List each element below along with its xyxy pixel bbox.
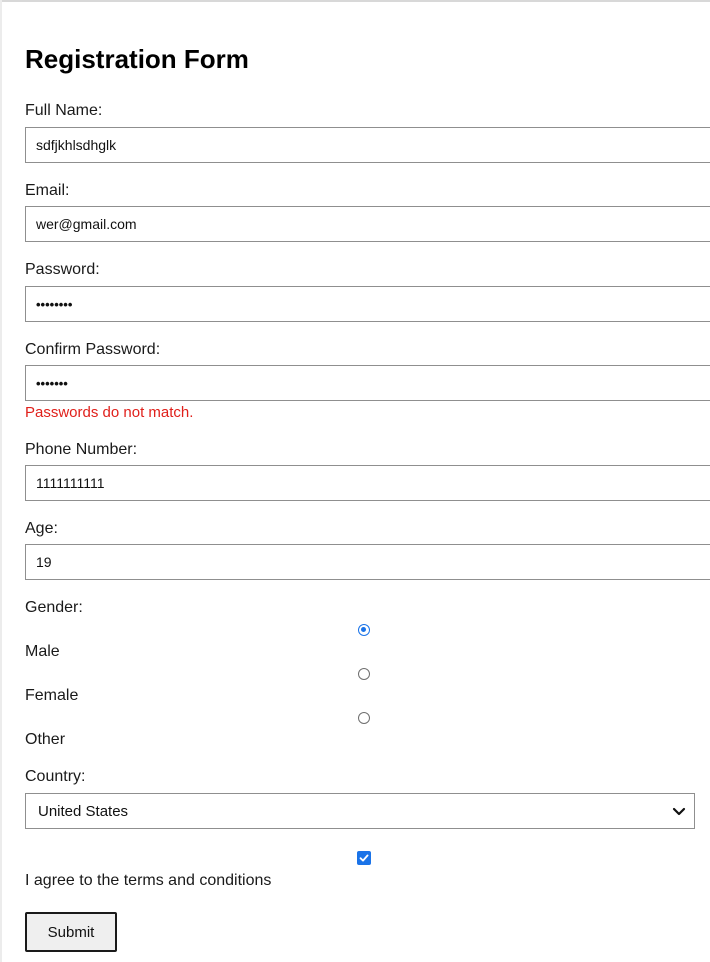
age-label: Age: [25,520,58,537]
gender-male-radio[interactable] [358,624,370,636]
gender-female-label: Female [25,687,79,704]
gender-female-radio[interactable] [358,668,370,680]
phone-field[interactable]: 1111111111 [25,465,710,501]
gender-other-label: Other [25,731,66,748]
email-label: Email: [25,182,70,199]
confirm-password-field[interactable]: ••••••• [25,365,710,401]
country-label: Country: [25,768,86,785]
terms-label: I agree to the terms and conditions [25,872,272,889]
country-selected-value: United States [38,802,129,820]
phone-label: Phone Number: [25,441,138,458]
email-field[interactable]: wer@gmail.com [25,206,710,242]
gender-label: Gender: [25,599,83,616]
gender-other-radio[interactable] [358,712,370,724]
submit-button[interactable]: Submit [25,912,117,952]
password-label: Password: [25,261,100,278]
chevron-down-icon [672,807,686,816]
check-icon [359,854,369,862]
full-name-label: Full Name: [25,102,103,119]
full-name-field[interactable]: sdfjkhlsdhglk [25,127,710,163]
terms-checkbox[interactable] [357,851,371,865]
confirm-password-label: Confirm Password: [25,341,161,358]
registration-form: Registration Form Full Name: sdfjkhlsdhg… [0,0,710,962]
page-title: Registration Form [25,44,249,74]
password-field[interactable]: •••••••• [25,286,710,322]
gender-male-label: Male [25,643,60,660]
age-field[interactable]: 19 [25,544,710,580]
country-select[interactable]: United States [25,793,695,829]
password-mismatch-error: Passwords do not match. [25,404,194,421]
